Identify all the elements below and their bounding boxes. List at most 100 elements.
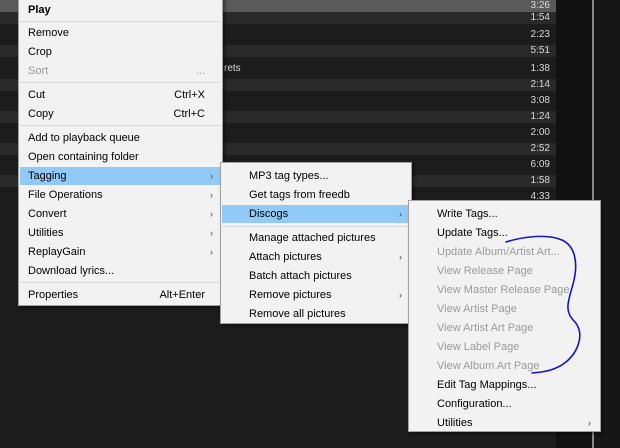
chevron-right-icon: ›	[399, 209, 402, 219]
menu-item-label: Manage attached pictures	[249, 232, 376, 244]
menu-item-label: Batch attach pictures	[249, 270, 352, 282]
menu-item-view-album-art-page: View Album Art Page	[410, 357, 599, 375]
menu-item-view-master-release-page: View Master Release Page	[410, 281, 599, 299]
menu-item-mp3-tag-types[interactable]: MP3 tag types...	[222, 167, 410, 185]
menu-item-label: Get tags from freedb	[249, 189, 350, 201]
menu-item-shortcut: ...	[195, 65, 205, 77]
menu-separator	[20, 125, 221, 126]
menu-item-file-operations[interactable]: File Operations ›	[20, 186, 221, 204]
track-duration: 6:09	[530, 159, 550, 170]
menu-item-label: View Artist Page	[437, 303, 517, 315]
menu-item-label: Remove	[28, 27, 69, 39]
chevron-right-icon: ›	[588, 418, 591, 428]
menu-item-label: View Label Page	[437, 341, 520, 353]
track-duration: 2:23	[530, 29, 550, 40]
menu-item-replaygain[interactable]: ReplayGain ›	[20, 243, 221, 261]
menu-item-label: Crop	[28, 46, 52, 58]
context-menu: Play Remove Crop Sort ... Cut Ctrl+X Cop…	[18, 0, 223, 306]
menu-item-open-folder[interactable]: Open containing folder	[20, 148, 221, 166]
track-duration: 5:51	[530, 45, 550, 56]
menu-item-label: Edit Tag Mappings...	[437, 379, 537, 391]
track-duration: 1:24	[530, 111, 550, 122]
track-duration: 1:58	[530, 175, 550, 186]
menu-item-attach-pictures[interactable]: Attach pictures ›	[222, 248, 410, 266]
menu-item-discogs[interactable]: Discogs ›	[222, 205, 410, 223]
menu-item-label: Configuration...	[437, 398, 512, 410]
menu-item-discogs-utilities[interactable]: Utilities ›	[410, 414, 599, 432]
menu-item-label: Remove all pictures	[249, 308, 346, 320]
track-duration: 2:52	[530, 143, 550, 154]
chevron-right-icon: ›	[210, 209, 213, 219]
menu-item-update-album-art: Update Album/Artist Art...	[410, 243, 599, 261]
chevron-right-icon: ›	[210, 171, 213, 181]
menu-item-edit-tag-mappings[interactable]: Edit Tag Mappings...	[410, 376, 599, 394]
menu-item-utilities[interactable]: Utilities ›	[20, 224, 221, 242]
menu-item-play[interactable]: Play	[20, 1, 221, 19]
menu-item-remove-pictures[interactable]: Remove pictures ›	[222, 286, 410, 304]
menu-item-remove[interactable]: Remove	[20, 24, 221, 42]
track-duration: 1:38	[530, 63, 550, 74]
menu-item-download-lyrics[interactable]: Download lyrics...	[20, 262, 221, 280]
menu-item-label: Write Tags...	[437, 208, 498, 220]
track-duration: 3:26	[530, 0, 550, 11]
menu-item-label: View Album Art Page	[437, 360, 540, 372]
menu-item-label: Utilities	[28, 227, 64, 239]
menu-item-shortcut: Ctrl+C	[173, 108, 205, 120]
menu-item-label: View Artist Art Page	[437, 322, 534, 334]
menu-item-properties[interactable]: Properties Alt+Enter	[20, 286, 221, 304]
menu-item-view-release-page: View Release Page	[410, 262, 599, 280]
menu-item-view-label-page: View Label Page	[410, 338, 599, 356]
menu-separator	[20, 21, 221, 22]
menu-item-label: Tagging	[28, 170, 67, 182]
menu-item-update-tags[interactable]: Update Tags...	[410, 224, 599, 242]
menu-item-label: View Master Release Page	[437, 284, 570, 296]
menu-item-copy[interactable]: Copy Ctrl+C	[20, 105, 221, 123]
menu-item-view-artist-page: View Artist Page	[410, 300, 599, 318]
menu-item-cut[interactable]: Cut Ctrl+X	[20, 86, 221, 104]
menu-item-label: Properties	[28, 289, 79, 301]
menu-item-label: Download lyrics...	[28, 265, 115, 277]
menu-item-label: Discogs	[249, 208, 289, 220]
menu-item-view-artist-art-page: View Artist Art Page	[410, 319, 599, 337]
discogs-submenu: Write Tags... Update Tags... Update Albu…	[408, 200, 601, 432]
menu-item-write-tags[interactable]: Write Tags...	[410, 205, 599, 223]
menu-item-label: Sort	[28, 65, 49, 77]
chevron-right-icon: ›	[210, 228, 213, 238]
track-duration: 3:08	[530, 95, 550, 106]
menu-separator	[20, 82, 221, 83]
menu-item-label: Utilities	[437, 417, 473, 429]
track-duration: 1:54	[530, 12, 550, 23]
menu-item-sort: Sort ...	[20, 62, 221, 80]
menu-item-label: Play	[28, 4, 51, 16]
track-duration: 2:14	[530, 79, 550, 90]
chevron-right-icon: ›	[210, 247, 213, 257]
menu-item-batch-attach-pictures[interactable]: Batch attach pictures	[222, 267, 410, 285]
menu-item-get-tags-freedb[interactable]: Get tags from freedb	[222, 186, 410, 204]
menu-item-label: Update Tags...	[437, 227, 508, 239]
chevron-right-icon: ›	[399, 252, 402, 262]
menu-item-label: Update Album/Artist Art...	[437, 246, 560, 258]
menu-item-label: Convert	[28, 208, 67, 220]
menu-item-crop[interactable]: Crop	[20, 43, 221, 61]
menu-item-label: Add to playback queue	[28, 132, 140, 144]
menu-separator	[222, 226, 410, 227]
menu-item-label: Copy	[28, 108, 54, 120]
menu-item-label: File Operations	[28, 189, 103, 201]
menu-separator	[20, 282, 221, 283]
menu-item-configuration[interactable]: Configuration...	[410, 395, 599, 413]
tagging-submenu: MP3 tag types... Get tags from freedb Di…	[220, 162, 412, 324]
menu-item-label: Cut	[28, 89, 46, 101]
menu-item-label: Open containing folder	[28, 151, 139, 163]
menu-item-label: MP3 tag types...	[249, 170, 329, 182]
menu-item-add-to-queue[interactable]: Add to playback queue	[20, 129, 221, 147]
menu-item-convert[interactable]: Convert ›	[20, 205, 221, 223]
menu-item-label: View Release Page	[437, 265, 533, 277]
chevron-right-icon: ›	[399, 290, 402, 300]
menu-item-shortcut: Ctrl+X	[174, 89, 205, 101]
menu-item-remove-all-pictures[interactable]: Remove all pictures	[222, 305, 410, 323]
chevron-right-icon: ›	[210, 190, 213, 200]
track-title: rets	[224, 63, 241, 74]
menu-item-label: ReplayGain	[28, 246, 86, 258]
menu-item-manage-pictures[interactable]: Manage attached pictures	[222, 229, 410, 247]
menu-item-tagging[interactable]: Tagging ›	[20, 167, 221, 185]
